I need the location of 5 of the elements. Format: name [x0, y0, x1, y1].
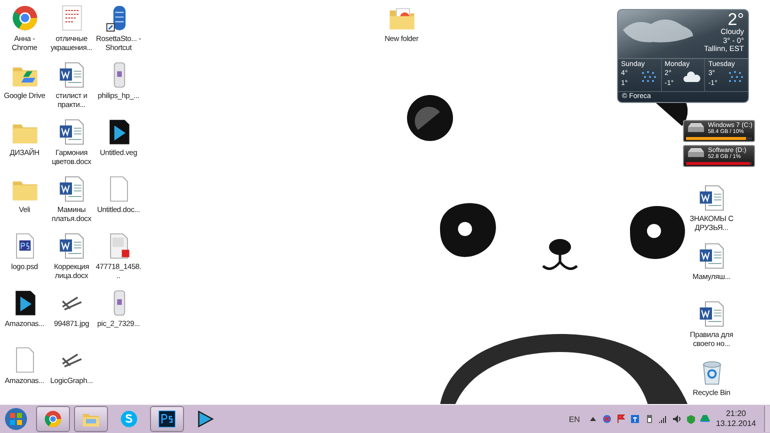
- clock-time: 21:20: [726, 409, 746, 419]
- temperature: 2°: [728, 11, 744, 28]
- clock-date: 13.12.2014: [716, 419, 756, 429]
- language-indicator[interactable]: EN: [568, 414, 580, 424]
- clock[interactable]: 21:20 13.12.2014: [716, 409, 756, 429]
